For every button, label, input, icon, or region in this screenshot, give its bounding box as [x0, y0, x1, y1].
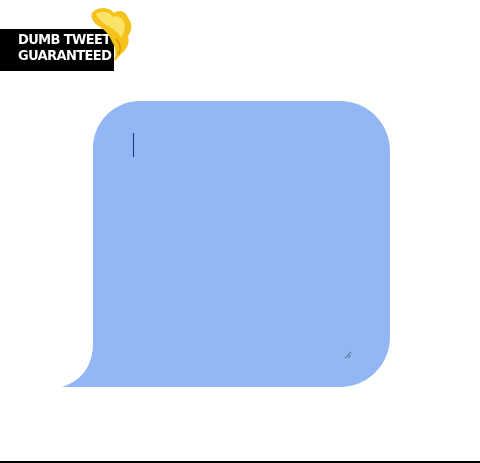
text-caret: [133, 133, 134, 157]
tweet-input[interactable]: [112, 124, 368, 360]
resize-grip-icon[interactable]: [344, 351, 352, 359]
page: { "logo": { "line1": "DUMB TWEET", "line…: [0, 0, 480, 463]
